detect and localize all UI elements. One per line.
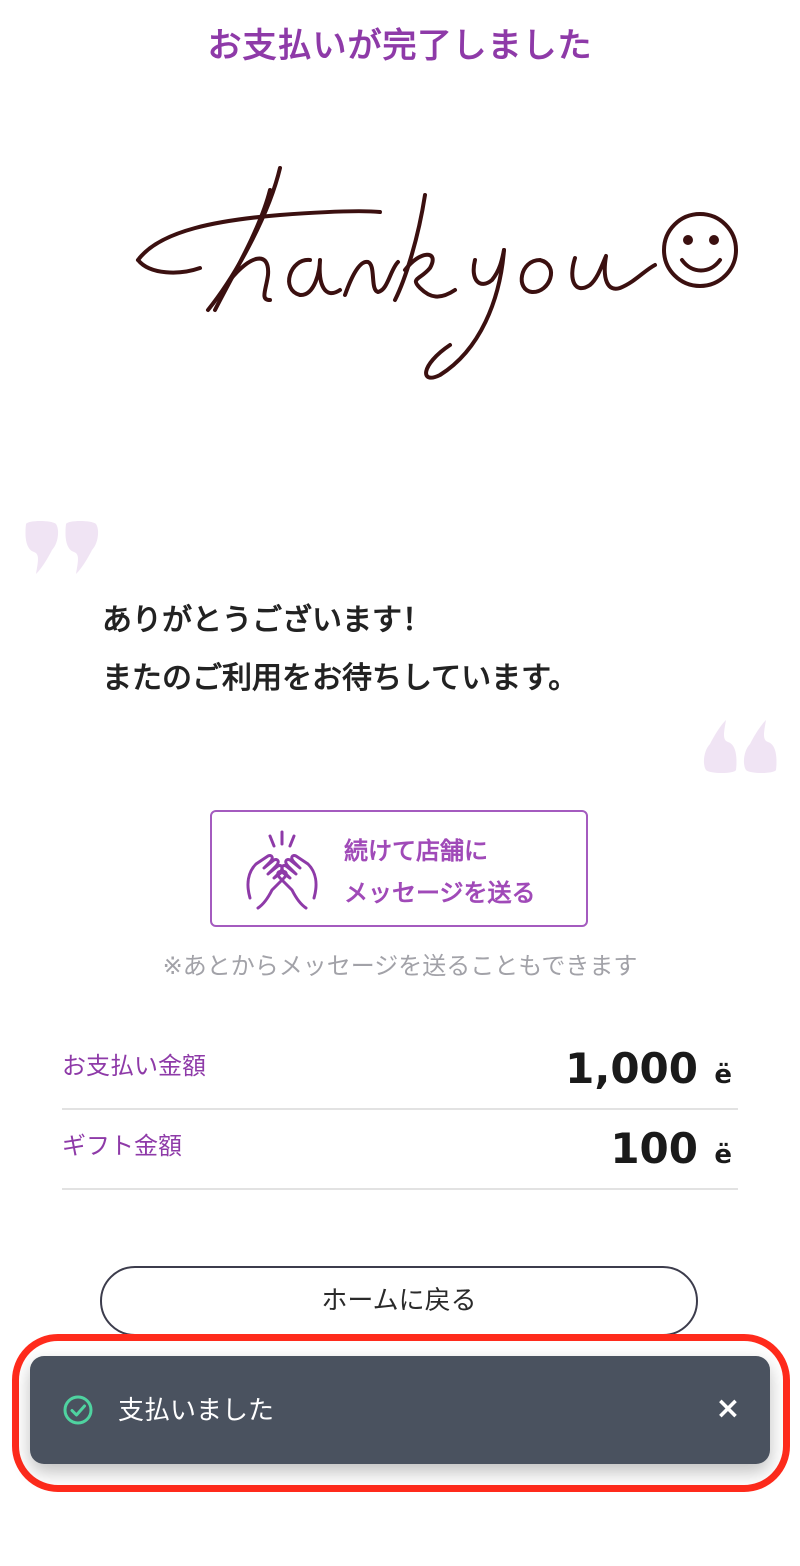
payment-amount-value: 1,000 <box>565 1044 698 1093</box>
close-icon[interactable]: × <box>712 1392 744 1426</box>
gift-amount-label: ギフト金額 <box>62 1132 182 1160</box>
page-title: お支払いが完了しました <box>207 26 593 66</box>
thank-you-handwriting <box>136 166 738 380</box>
thank-you-message: ありがとうございます！ またのご利用をお待ちしています。 <box>102 592 722 708</box>
gift-amount-value: 100 <box>610 1124 698 1173</box>
send-message-label-line-2: メッセージを送る <box>344 879 536 907</box>
open-quote-icon <box>25 521 99 574</box>
gift-amount-row: ギフト金額 100 ë <box>62 1110 738 1190</box>
send-message-label-line-1: 続けて店舗に <box>344 837 488 865</box>
message-line-1: ありがとうございます！ <box>102 603 432 638</box>
send-message-button[interactable]: 続けて店舗に メッセージを送る <box>210 810 588 927</box>
payment-amount-label: お支払い金額 <box>62 1052 206 1080</box>
toast-message: 支払いました <box>118 1396 275 1426</box>
check-circle-icon <box>63 1395 93 1425</box>
later-message-note: ※あとからメッセージを送ることもできます <box>162 952 638 980</box>
home-button[interactable]: ホームに戻る <box>100 1266 698 1336</box>
message-line-2: またのご利用をお待ちしています。 <box>102 661 579 696</box>
clapping-hands-icon <box>246 830 318 910</box>
payment-amount-row: お支払い金額 1,000 ë <box>62 1030 738 1110</box>
close-quote-icon <box>703 720 777 773</box>
send-message-label: 続けて店舗に メッセージを送る <box>344 830 584 914</box>
payment-amount-unit: ë <box>714 1060 732 1090</box>
gift-amount-unit: ë <box>714 1140 732 1170</box>
toast-notification: 支払いました × <box>30 1356 770 1464</box>
